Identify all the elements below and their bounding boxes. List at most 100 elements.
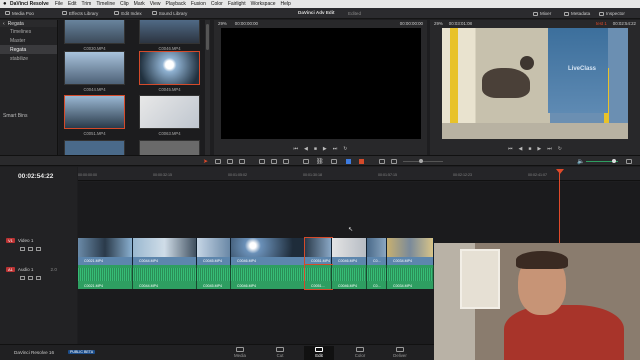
disable-track-icon[interactable] [36, 247, 41, 251]
video-clip[interactable]: C0046.MP4 [332, 238, 367, 265]
bin-item-timelines[interactable]: Timelines [0, 27, 57, 36]
source-viewer-screen[interactable] [221, 28, 421, 139]
video-clip[interactable]: C0... [367, 238, 387, 265]
position-lock-icon[interactable] [331, 159, 337, 164]
menu-view[interactable]: View [150, 1, 161, 7]
clip-thumbnail[interactable] [139, 20, 200, 44]
audio-track-id[interactable]: A1 [6, 267, 15, 272]
snapping-icon[interactable] [303, 159, 309, 164]
jump-start-icon[interactable]: ⏮ [294, 146, 299, 152]
lock-track-icon[interactable] [20, 247, 25, 251]
zoom-detail-icon[interactable] [379, 159, 385, 164]
sound-library-button[interactable]: Sound Library [147, 8, 193, 19]
source-zoom[interactable]: 29% [218, 21, 227, 26]
video-clip[interactable]: C0045.MP4 [197, 238, 231, 265]
link-icon[interactable]: ⛓ [316, 158, 324, 165]
play-icon[interactable]: ▶ [537, 146, 541, 152]
menu-help[interactable]: Help [281, 1, 291, 7]
audio-clip[interactable]: C0046.MP4 [231, 265, 305, 289]
loop-icon[interactable]: ↻ [343, 146, 347, 152]
menu-clip[interactable]: Clip [120, 1, 129, 7]
audio-clip[interactable]: C0... [367, 265, 387, 289]
page-tab-deliver[interactable]: Deliver [385, 347, 415, 358]
mixer-button[interactable]: Mixer [528, 8, 556, 19]
clip-thumbnail[interactable] [64, 20, 125, 44]
overwrite-clip-icon[interactable] [271, 159, 277, 164]
media-pool-button[interactable]: Media Poo [0, 8, 39, 19]
menu-color[interactable]: Color [211, 1, 223, 7]
blade-tool-icon[interactable] [239, 159, 245, 164]
bin-item-master[interactable]: Master [0, 36, 57, 45]
jump-end-icon[interactable]: ⏭ [333, 146, 338, 152]
audio-clip[interactable]: C0034.MP4 [387, 265, 434, 289]
page-tab-edit[interactable]: Edit [304, 346, 334, 360]
menu-file[interactable]: File [55, 1, 63, 7]
insert-clip-icon[interactable] [259, 159, 265, 164]
video-clip-selected[interactable]: C0051.MP4 [304, 237, 333, 266]
app-menu[interactable]: DaVinci Resolve [10, 1, 49, 7]
smart-bins-label[interactable]: Smart Bins [3, 113, 27, 119]
scroll-thumb[interactable] [206, 24, 209, 50]
apple-icon[interactable]: ● [3, 1, 10, 7]
audio-clip[interactable]: C0046.MP4 [332, 265, 367, 289]
menu-workspace[interactable]: Workspace [251, 1, 276, 7]
edit-index-button[interactable]: Edit Index [109, 8, 146, 19]
page-tab-color[interactable]: Color [345, 347, 375, 358]
record-zoom[interactable]: 29% [434, 21, 443, 26]
audio-clip[interactable]: C0021.MP4 [78, 265, 133, 289]
zoom-full-icon[interactable] [391, 159, 397, 164]
mute-track-icon[interactable] [36, 276, 41, 280]
play-icon[interactable]: ▶ [323, 146, 327, 152]
timeline-name-selector[interactable]: test 1 [596, 21, 607, 26]
dynamic-trim-icon[interactable] [227, 159, 233, 164]
timeline-timecode[interactable]: 00:02:54:22 [18, 173, 53, 180]
marker-color-icon[interactable] [359, 159, 364, 164]
audio-clip[interactable]: C0044.MP4 [133, 265, 197, 289]
page-tab-media[interactable]: Media [225, 347, 255, 358]
media-pool-scrollbar[interactable] [205, 20, 210, 155]
volume-slider-handle[interactable] [612, 159, 616, 163]
bin-header[interactable]: ‹ Regata [0, 20, 57, 27]
menu-fairlight[interactable]: Fairlight [228, 1, 246, 7]
clip-thumbnail[interactable] [64, 140, 125, 155]
video-clip[interactable]: C0034.MP4 [387, 238, 434, 265]
menu-playback[interactable]: Playback [166, 1, 186, 7]
clip-thumbnail[interactable] [139, 95, 200, 129]
menu-fusion[interactable]: Fusion [191, 1, 206, 7]
audio-meter-icon[interactable] [626, 159, 632, 164]
audio-clip[interactable]: C0045.MP4 [197, 265, 231, 289]
selection-tool-icon[interactable]: ➤ [203, 158, 208, 165]
video-clip[interactable]: C0044.MP4 [133, 238, 197, 265]
menu-trim[interactable]: Trim [82, 1, 92, 7]
zoom-slider[interactable] [403, 161, 443, 162]
solo-track-icon[interactable] [28, 276, 33, 280]
clip-thumbnail-selected[interactable] [64, 95, 125, 129]
clip-thumbnail[interactable] [139, 140, 200, 155]
replace-clip-icon[interactable] [283, 159, 289, 164]
video-clip[interactable]: C0021.MP4 [78, 238, 133, 265]
volume-icon[interactable]: 🔈 [577, 158, 584, 165]
play-reverse-icon[interactable]: ◀ [519, 146, 523, 152]
stop-icon[interactable]: ■ [528, 146, 531, 152]
zoom-slider-handle[interactable] [419, 159, 423, 163]
menu-mark[interactable]: Mark [134, 1, 145, 7]
jump-end-icon[interactable]: ⏭ [547, 146, 552, 152]
playhead-handle[interactable] [556, 169, 564, 174]
lock-track-icon[interactable] [20, 276, 25, 280]
menu-timeline[interactable]: Timeline [96, 1, 115, 7]
play-reverse-icon[interactable]: ◀ [304, 146, 308, 152]
chevron-left-icon[interactable]: ‹ [3, 21, 5, 27]
clip-thumbnail[interactable] [64, 51, 125, 85]
trim-tool-icon[interactable] [215, 159, 221, 164]
jump-start-icon[interactable]: ⏮ [508, 146, 513, 152]
effects-library-button[interactable]: Effects Library [57, 8, 103, 19]
video-clip[interactable]: C0046.MP4 [231, 238, 305, 265]
bin-item-regata[interactable]: Regata [0, 45, 57, 54]
loop-icon[interactable]: ↻ [558, 146, 562, 152]
audio-clip-selected[interactable]: C0051... [304, 264, 333, 290]
flag-color-icon[interactable] [346, 159, 351, 164]
video-track-id[interactable]: V1 [6, 238, 15, 243]
auto-select-icon[interactable] [28, 247, 33, 251]
inspector-button[interactable]: Inspector [594, 8, 630, 19]
bin-item-stabilize[interactable]: stabilize [0, 54, 57, 63]
